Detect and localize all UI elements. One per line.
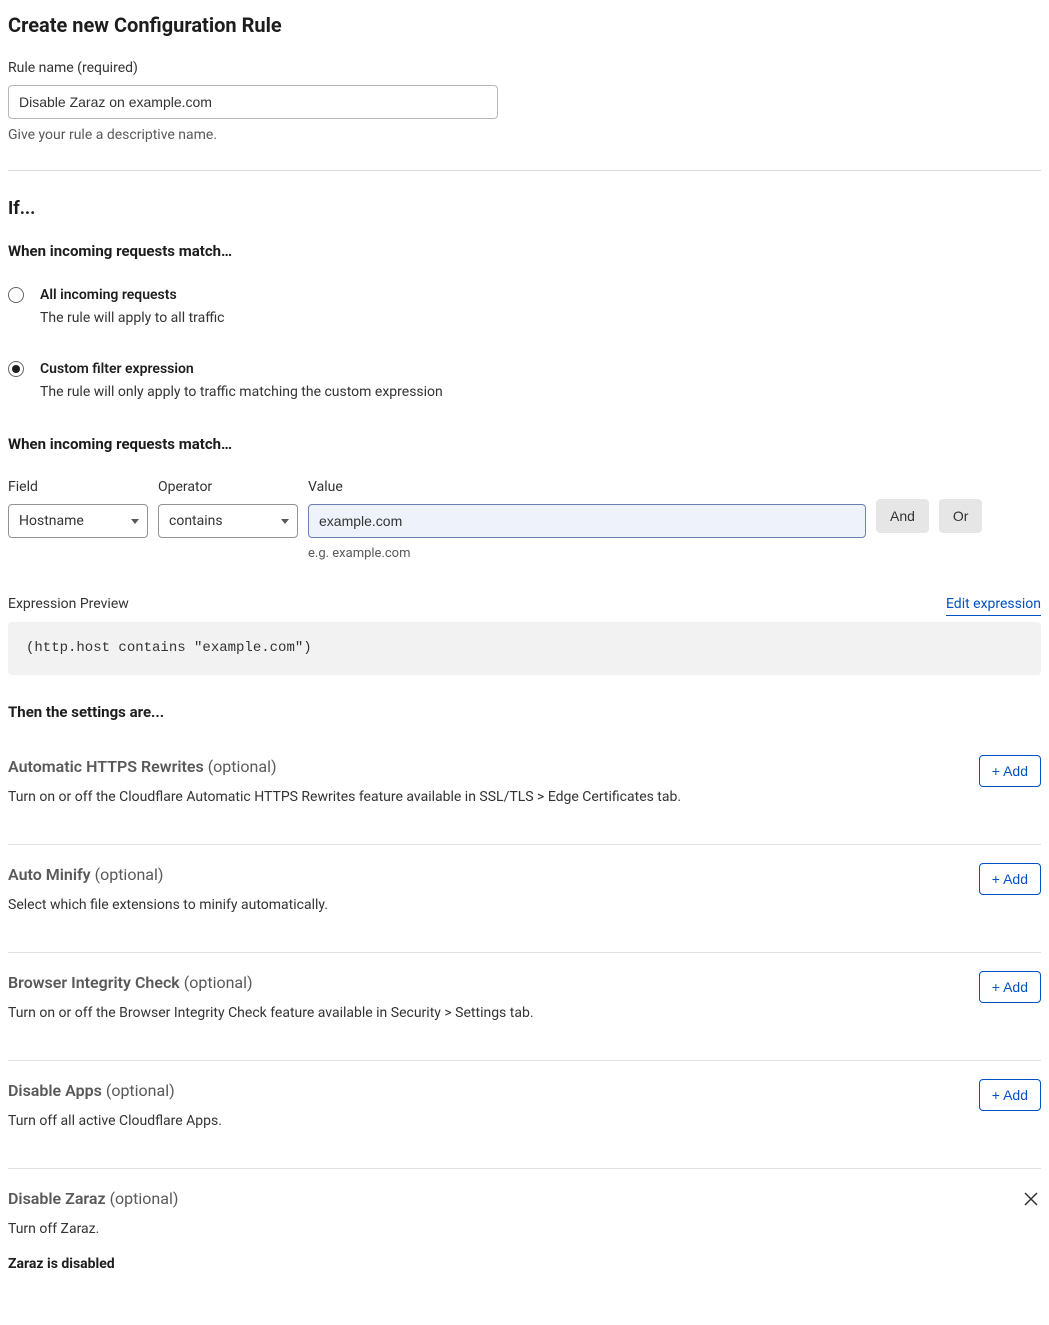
field-value: Hostname — [19, 511, 84, 532]
add-button[interactable]: + Add — [979, 755, 1041, 787]
radio-icon — [8, 287, 24, 303]
rule-name-label: Rule name (required) — [8, 58, 1041, 79]
close-icon[interactable] — [1021, 1189, 1041, 1209]
then-heading: Then the settings are... — [8, 701, 1041, 724]
expression-preview-code: (http.host contains "example.com") — [8, 622, 1041, 675]
setting-status: Zaraz is disabled — [8, 1254, 178, 1275]
divider — [8, 170, 1041, 171]
setting-desc: Select which file extensions to minify a… — [8, 895, 328, 916]
setting-auto-minify: Auto Minify (optional) Select which file… — [8, 845, 1041, 953]
rule-name-hint: Give your rule a descriptive name. — [8, 125, 1041, 146]
setting-title: Disable Zaraz — [8, 1189, 106, 1208]
operator-label: Operator — [158, 477, 298, 498]
chevron-down-icon — [131, 519, 139, 524]
optional-label: (optional) — [110, 1189, 179, 1208]
setting-desc: Turn off Zaraz. — [8, 1219, 178, 1240]
builder-heading: When incoming requests match… — [8, 433, 1041, 456]
page-title: Create new Configuration Rule — [8, 10, 1041, 40]
setting-desc: Turn off all active Cloudflare Apps. — [8, 1111, 222, 1132]
radio-icon — [8, 361, 24, 377]
optional-label: (optional) — [184, 973, 253, 992]
radio-desc: The rule will only apply to traffic matc… — [40, 382, 443, 403]
setting-desc: Turn on or off the Browser Integrity Che… — [8, 1003, 534, 1024]
setting-title: Browser Integrity Check — [8, 973, 180, 992]
rule-name-input[interactable] — [8, 85, 498, 119]
operator-select[interactable]: contains — [158, 504, 298, 538]
optional-label: (optional) — [106, 1081, 175, 1100]
value-label: Value — [308, 477, 866, 498]
add-button[interactable]: + Add — [979, 971, 1041, 1003]
or-button[interactable]: Or — [939, 499, 983, 533]
radio-desc: The rule will apply to all traffic — [40, 308, 225, 329]
edit-expression-link[interactable]: Edit expression — [946, 594, 1041, 616]
match-heading: When incoming requests match… — [8, 240, 1041, 263]
setting-desc: Turn on or off the Cloudflare Automatic … — [8, 787, 681, 808]
setting-automatic-https-rewrites: Automatic HTTPS Rewrites (optional) Turn… — [8, 737, 1041, 845]
optional-label: (optional) — [208, 757, 277, 776]
radio-title: Custom filter expression — [40, 359, 443, 380]
setting-title: Disable Apps — [8, 1081, 102, 1100]
operator-value: contains — [169, 511, 223, 532]
if-heading: If... — [8, 195, 1041, 222]
add-button[interactable]: + Add — [979, 863, 1041, 895]
preview-label: Expression Preview — [8, 594, 129, 615]
radio-option-custom[interactable]: Custom filter expression The rule will o… — [8, 359, 1041, 403]
setting-title: Automatic HTTPS Rewrites — [8, 757, 204, 776]
field-label: Field — [8, 477, 148, 498]
optional-label: (optional) — [95, 865, 164, 884]
value-hint: e.g. example.com — [308, 544, 866, 564]
setting-browser-integrity-check: Browser Integrity Check (optional) Turn … — [8, 953, 1041, 1061]
setting-title: Auto Minify — [8, 865, 91, 884]
add-button[interactable]: + Add — [979, 1079, 1041, 1111]
setting-disable-zaraz: Disable Zaraz (optional) Turn off Zaraz.… — [8, 1169, 1041, 1285]
and-button[interactable]: And — [876, 499, 929, 533]
chevron-down-icon — [281, 519, 289, 524]
setting-disable-apps: Disable Apps (optional) Turn off all act… — [8, 1061, 1041, 1169]
radio-option-all[interactable]: All incoming requests The rule will appl… — [8, 285, 1041, 329]
value-input[interactable] — [308, 504, 866, 538]
radio-title: All incoming requests — [40, 285, 225, 306]
field-select[interactable]: Hostname — [8, 504, 148, 538]
